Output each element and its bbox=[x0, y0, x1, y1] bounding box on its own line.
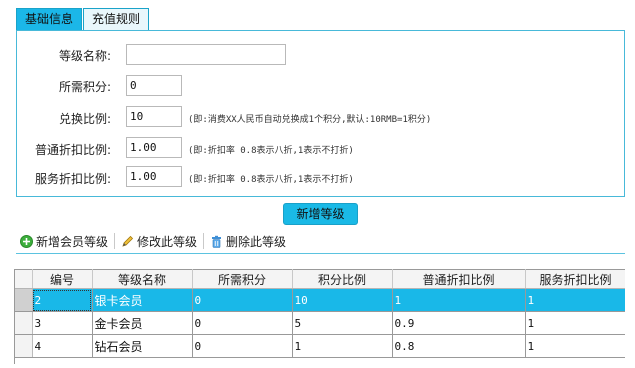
table-row[interactable]: 3 金卡会员 0 5 0.9 1 bbox=[15, 311, 625, 335]
tab-recharge-rules[interactable]: 充值规则 bbox=[83, 8, 150, 31]
normal-discount-input[interactable] bbox=[126, 137, 182, 158]
cell-level-name[interactable]: 金卡会员 bbox=[92, 311, 193, 335]
cell-points-ratio[interactable]: 10 bbox=[292, 288, 393, 312]
cell-points-ratio[interactable]: 5 bbox=[292, 311, 393, 335]
cell-normal-discount[interactable]: 0.9 bbox=[392, 311, 526, 335]
column-header-level-name[interactable]: 等级名称 bbox=[92, 269, 193, 289]
edit-level-label: 修改此等级 bbox=[137, 234, 198, 249]
grid-header-row: 编号 等级名称 所需积分 积分比例 普通折扣比例 服务折扣比例 bbox=[15, 269, 625, 289]
column-header-id[interactable]: 编号 bbox=[32, 269, 93, 289]
exchange-ratio-hint: (即:消费XX人民币自动兑换成1个积分,默认:10RMB=1积分) bbox=[188, 115, 432, 125]
service-discount-hint: (即:折扣率 0.8表示八折,1表示不打折) bbox=[188, 175, 354, 185]
row-indicator-header bbox=[15, 269, 33, 289]
service-discount-input[interactable] bbox=[126, 166, 182, 187]
cell-required-points[interactable]: 0 bbox=[192, 334, 293, 358]
cell-points-ratio[interactable]: 1 bbox=[292, 334, 393, 358]
service-discount-label: 服务折扣比例: bbox=[34, 172, 111, 186]
toolbar-separator bbox=[114, 233, 116, 249]
cell-service-discount[interactable]: 1 bbox=[525, 334, 625, 358]
cell-id[interactable]: 4 bbox=[32, 334, 93, 358]
level-name-label: 等级名称: bbox=[58, 49, 111, 63]
exchange-ratio-input[interactable] bbox=[126, 106, 182, 127]
add-circle-icon bbox=[20, 234, 33, 248]
trash-icon bbox=[210, 235, 223, 248]
cell-service-discount[interactable]: 1 bbox=[525, 311, 625, 335]
cell-id[interactable]: 2 bbox=[32, 288, 93, 312]
cell-required-points[interactable]: 0 bbox=[192, 311, 293, 335]
row-indicator[interactable] bbox=[15, 311, 33, 335]
delete-level-label: 删除此等级 bbox=[226, 234, 287, 249]
row-indicator[interactable] bbox=[15, 288, 33, 312]
table-row[interactable]: 2 银卡会员 0 10 1 1 bbox=[15, 288, 625, 312]
pencil-icon bbox=[121, 235, 134, 248]
tab-bar: 基础信息 充值规则 bbox=[16, 8, 150, 31]
normal-discount-label: 普通折扣比例: bbox=[34, 143, 111, 157]
toolbar-separator bbox=[203, 233, 205, 249]
add-member-level-label: 新增会员等级 bbox=[36, 234, 109, 249]
add-member-level-button[interactable]: 新增会员等级 bbox=[16, 231, 112, 251]
cell-service-discount[interactable]: 1 bbox=[525, 288, 625, 312]
delete-level-button[interactable]: 删除此等级 bbox=[206, 231, 290, 251]
row-indicator[interactable] bbox=[15, 334, 33, 358]
required-points-label: 所需积分: bbox=[58, 80, 111, 94]
tab-basic-info[interactable]: 基础信息 bbox=[16, 8, 83, 31]
add-level-button[interactable]: 新增等级 bbox=[283, 203, 358, 225]
cell-normal-discount[interactable]: 1 bbox=[392, 288, 526, 312]
exchange-ratio-label: 兑换比例: bbox=[58, 112, 111, 126]
cell-level-name[interactable]: 银卡会员 bbox=[92, 288, 193, 312]
cell-required-points[interactable]: 0 bbox=[192, 288, 293, 312]
required-points-input[interactable] bbox=[126, 75, 182, 96]
cell-level-name[interactable]: 钻石会员 bbox=[92, 334, 193, 358]
toolbar: 新增会员等级 修改此等级 删除此等级 bbox=[16, 229, 625, 254]
column-header-normal-discount[interactable]: 普通折扣比例 bbox=[392, 269, 526, 289]
normal-discount-hint: (即:折扣率 0.8表示八折,1表示不打折) bbox=[188, 146, 354, 156]
column-header-required-points[interactable]: 所需积分 bbox=[192, 269, 293, 289]
edit-level-button[interactable]: 修改此等级 bbox=[117, 231, 201, 251]
table-row[interactable]: 4 钻石会员 0 1 0.8 1 bbox=[15, 334, 625, 358]
cell-normal-discount[interactable]: 0.8 bbox=[392, 334, 526, 358]
column-header-service-discount[interactable]: 服务折扣比例 bbox=[525, 269, 625, 289]
level-name-input[interactable] bbox=[126, 44, 286, 65]
member-level-grid: 编号 等级名称 所需积分 积分比例 普通折扣比例 服务折扣比例 2 银卡会员 0… bbox=[14, 269, 625, 364]
cell-id[interactable]: 3 bbox=[32, 311, 93, 335]
basic-info-panel: 等级名称: 所需积分: 兑换比例: (即:消费XX人民币自动兑换成1个积分,默认… bbox=[16, 30, 625, 197]
column-header-points-ratio[interactable]: 积分比例 bbox=[292, 269, 393, 289]
